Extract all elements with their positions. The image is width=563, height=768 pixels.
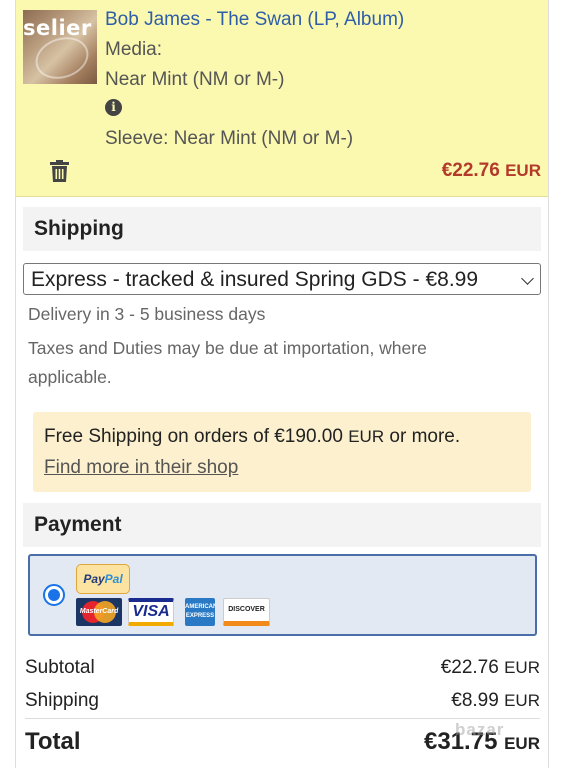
visa-logo: VISA: [128, 598, 174, 626]
taxes-note-line2: applicable.: [28, 367, 112, 387]
album-thumbnail[interactable]: selier: [23, 10, 97, 84]
free-shipping-notice: Free Shipping on orders of €190.00 EUR o…: [33, 412, 531, 492]
shipping-heading-label: Shipping: [34, 217, 124, 240]
trash-icon[interactable]: [50, 160, 69, 182]
album-thumbnail-text: selier: [23, 16, 92, 40]
taxes-note-line1: Taxes and Duties may be due at importati…: [28, 338, 427, 358]
shipping-cost-value: €8.99 EUR: [451, 690, 540, 711]
payment-radio[interactable]: [43, 584, 65, 606]
payment-option-paypal[interactable]: PayPal MasterCard VISA AMERICAN EXPRESS …: [28, 554, 537, 636]
find-more-in-shop-link[interactable]: Find more in their shop: [44, 457, 238, 479]
item-price: €22.76 EUR: [441, 160, 541, 181]
shipping-method-value: Express - tracked & insured Spring GDS -…: [31, 268, 479, 291]
payment-heading-label: Payment: [34, 513, 122, 536]
checkout-panel: selier Bob James - The Swan (LP, Album) …: [15, 0, 549, 768]
shipping-method-select[interactable]: Express - tracked & insured Spring GDS -…: [23, 263, 541, 295]
shipping-heading: Shipping: [23, 207, 541, 251]
watermark-logo: bazar: [455, 720, 505, 739]
paypal-logo: PayPal: [76, 564, 130, 594]
media-label: Media:: [105, 39, 163, 60]
item-title-link[interactable]: Bob James - The Swan (LP, Album): [105, 9, 404, 31]
total-label: Total: [25, 728, 81, 755]
subtotal-label: Subtotal: [25, 657, 95, 678]
summary-divider: [25, 718, 540, 719]
shipping-cost-row: Shipping €8.99 EUR: [25, 690, 540, 716]
info-circle-icon[interactable]: i: [105, 99, 122, 116]
amex-logo: AMERICAN EXPRESS: [185, 598, 215, 626]
subtotal-row: Subtotal €22.76 EUR: [25, 657, 540, 683]
mastercard-logo: MasterCard: [76, 598, 122, 626]
media-condition: Near Mint (NM or M-): [105, 69, 285, 90]
discover-logo: DISCOVER: [223, 598, 270, 626]
sleeve-condition: Sleeve: Near Mint (NM or M-): [105, 128, 354, 149]
subtotal-value: €22.76 EUR: [440, 657, 540, 678]
cart-item: selier Bob James - The Swan (LP, Album) …: [16, 0, 548, 197]
payment-heading: Payment: [23, 503, 541, 547]
shipping-cost-label: Shipping: [25, 690, 99, 711]
delivery-estimate: Delivery in 3 - 5 business days: [28, 304, 266, 324]
chevron-down-icon: [521, 272, 534, 285]
free-shipping-text: Free Shipping on orders of €190.00 EUR o…: [44, 426, 461, 447]
